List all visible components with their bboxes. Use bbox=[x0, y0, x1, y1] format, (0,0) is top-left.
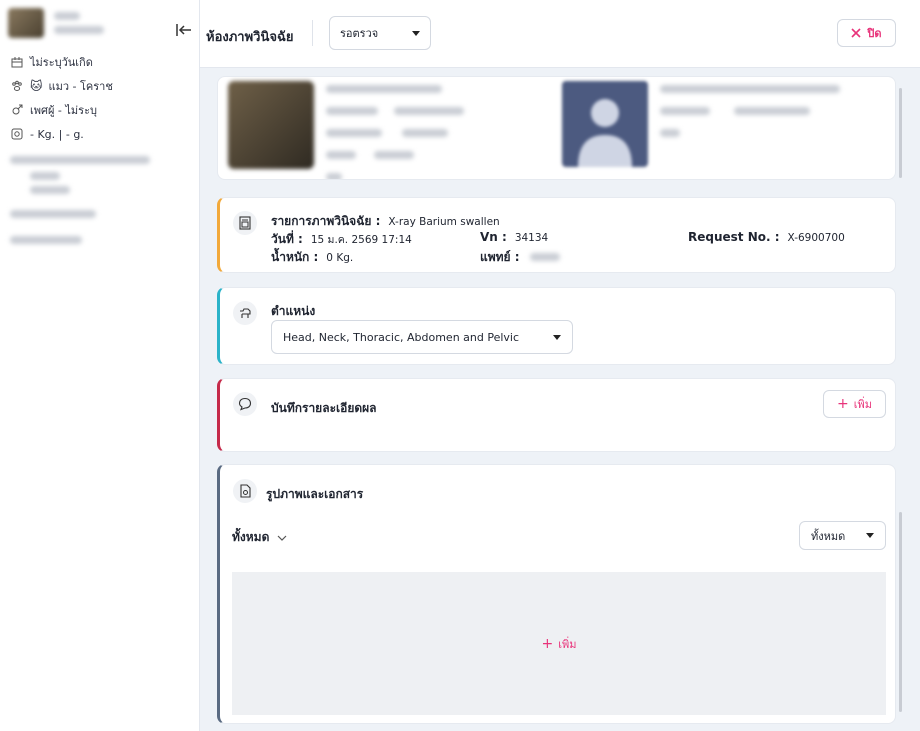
divider bbox=[312, 20, 313, 46]
plus-icon: + bbox=[541, 635, 554, 652]
patient-avatar bbox=[8, 8, 44, 38]
date-label: วันที่ : bbox=[271, 232, 303, 246]
doctor-label: แพทย์ : bbox=[480, 250, 520, 264]
patient-header bbox=[0, 0, 199, 46]
caret-down-icon bbox=[553, 334, 561, 340]
status-select[interactable]: รอตรวจ bbox=[329, 16, 431, 50]
request-no-value: X-6900700 bbox=[787, 232, 845, 244]
diagnosis-info-card: รายการภาพวินิจฉัย : X-ray Barium swallen… bbox=[217, 197, 896, 273]
xray-machine-icon bbox=[233, 211, 257, 235]
patient-id-redacted bbox=[54, 26, 104, 34]
patient-owner-summary-card bbox=[217, 76, 896, 180]
collapse-sidebar-button[interactable] bbox=[174, 20, 194, 40]
status-select-value: รอตรวจ bbox=[340, 27, 379, 40]
cat-emoji-icon: 🐱 bbox=[30, 79, 43, 93]
patient-info-list: ไม่ระบุวันเกิด 🐱 แมว - โคราช เพศผู้ - ไม… bbox=[0, 46, 199, 260]
close-label: ปิด bbox=[867, 27, 882, 40]
animal-body-icon bbox=[233, 301, 257, 325]
weight-value: 0 Kg. bbox=[326, 252, 354, 264]
position-card: ตำแหน่ง Head, Neck, Thoracic, Abdomen an… bbox=[217, 287, 896, 365]
user-placeholder-icon bbox=[578, 99, 632, 167]
caret-down-icon bbox=[866, 533, 874, 538]
doctor-value-redacted bbox=[529, 253, 560, 261]
gender-icon bbox=[10, 103, 24, 117]
gender-row: เพศผู้ - ไม่ระบุ bbox=[10, 98, 189, 122]
close-button[interactable]: ปิด bbox=[837, 19, 896, 47]
weight-row: - Kg. | - g. bbox=[10, 122, 189, 146]
caret-down-icon bbox=[412, 30, 420, 36]
position-select-value: Head, Neck, Thoracic, Abdomen and Pelvic bbox=[283, 330, 520, 344]
documents-filter-toggle[interactable]: ทั้งหมด bbox=[232, 528, 287, 547]
chevron-down-icon bbox=[277, 535, 287, 541]
add-document-label: เพิ่ม bbox=[558, 637, 577, 651]
species-text: แมว - โคราช bbox=[48, 80, 113, 93]
result-detail-card: บันทึกรายละเอียดผล + เพิ่ม bbox=[217, 378, 896, 452]
patient-name-redacted bbox=[54, 12, 80, 20]
documents-filter-label: ทั้งหมด bbox=[232, 530, 270, 544]
diagnosis-item-value: X-ray Barium swallen bbox=[388, 216, 500, 228]
weight-text: - Kg. | - g. bbox=[30, 127, 84, 141]
add-result-label: เพิ่ม bbox=[853, 398, 872, 411]
patient-sidebar: ไม่ระบุวันเกิด 🐱 แมว - โคราช เพศผู้ - ไม… bbox=[0, 0, 200, 731]
close-icon bbox=[851, 28, 861, 38]
document-icon bbox=[233, 479, 257, 503]
documents-filter-select-value: ทั้งหมด bbox=[811, 529, 846, 543]
result-title: บันทึกรายละเอียดผล bbox=[271, 401, 377, 415]
species-row: 🐱 แมว - โคราช bbox=[10, 74, 189, 98]
collapse-left-icon bbox=[176, 24, 191, 36]
top-bar: ห้องภาพวินิจฉัย รอตรวจ ปิด bbox=[200, 0, 920, 68]
request-no-label: Request No. : bbox=[688, 230, 780, 244]
documents-filter-select[interactable]: ทั้งหมด bbox=[799, 521, 886, 550]
vn-value: 34134 bbox=[514, 232, 549, 244]
redacted-owner-info bbox=[10, 146, 189, 256]
owner-photo bbox=[562, 81, 648, 167]
calendar-icon bbox=[10, 55, 24, 69]
diagnosis-item-label: รายการภาพวินิจฉัย : bbox=[271, 214, 381, 228]
date-value: 15 ม.ค. 2569 17:14 bbox=[310, 234, 412, 246]
weight-label: น้ำหนัก : bbox=[271, 250, 319, 264]
main-scrollbar[interactable] bbox=[899, 512, 902, 712]
summary-scrollbar[interactable] bbox=[899, 88, 902, 178]
vn-label: Vn : bbox=[480, 230, 507, 244]
pet-photo bbox=[228, 81, 314, 169]
paw-icon bbox=[10, 79, 24, 93]
add-result-button[interactable]: + เพิ่ม bbox=[823, 390, 886, 418]
scale-icon bbox=[10, 127, 24, 141]
birthdate-text: ไม่ระบุวันเกิด bbox=[30, 56, 93, 69]
documents-card: รูปภาพและเอกสาร ทั้งหมด ทั้งหมด + เพิ่ม bbox=[217, 464, 896, 724]
birthdate-row: ไม่ระบุวันเกิด bbox=[10, 50, 189, 74]
add-document-dropzone[interactable]: + เพิ่ม bbox=[232, 572, 886, 715]
gender-text: เพศผู้ - ไม่ระบุ bbox=[30, 104, 97, 117]
plus-icon: + bbox=[837, 396, 849, 412]
position-title: ตำแหน่ง bbox=[271, 304, 316, 318]
chat-bubble-icon bbox=[233, 392, 257, 416]
position-select[interactable]: Head, Neck, Thoracic, Abdomen and Pelvic bbox=[271, 320, 573, 354]
page-title: ห้องภาพวินิจฉัย bbox=[206, 30, 294, 45]
documents-title: รูปภาพและเอกสาร bbox=[266, 487, 364, 501]
